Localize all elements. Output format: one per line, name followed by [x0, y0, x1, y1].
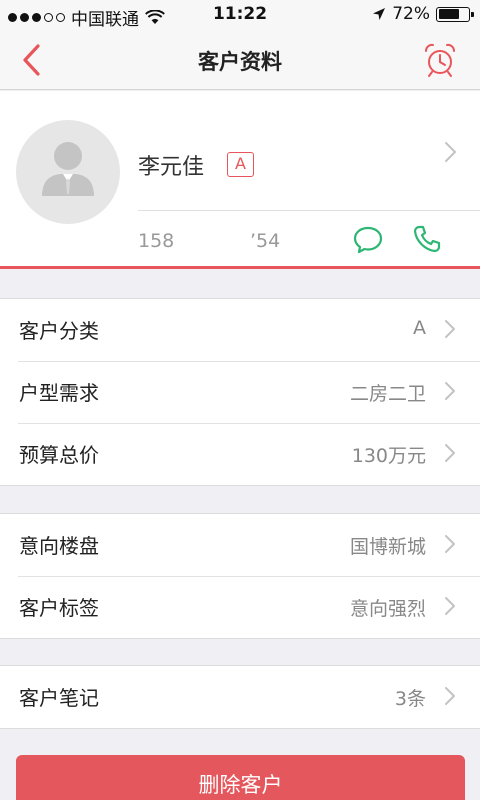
row-value: 130万元: [351, 445, 426, 467]
location-arrow-icon: [373, 8, 386, 20]
chevron-right-icon: [445, 444, 455, 462]
alarm-clock-icon[interactable]: [422, 42, 458, 78]
battery-percent: 72%: [392, 4, 430, 24]
details-group-1: 客户分类 A 户型需求 二房二卫 预算总价 130万元: [0, 298, 480, 486]
row-value: 3条: [394, 688, 426, 710]
chevron-right-icon: [445, 597, 455, 615]
customer-profile-card: 李元佳 A 158 ’54: [0, 91, 480, 269]
row-target-property[interactable]: 意向楼盘 国博新城: [0, 514, 480, 576]
row-value: 二房二卫: [349, 383, 426, 405]
chevron-right-icon: [445, 535, 455, 553]
row-budget-total[interactable]: 预算总价 130万元: [0, 423, 480, 485]
row-layout-requirement[interactable]: 户型需求 二房二卫: [0, 361, 480, 423]
row-value: A: [413, 317, 426, 339]
row-customer-notes[interactable]: 客户笔记 3条: [0, 666, 480, 728]
row-label: 意向楼盘: [19, 534, 99, 558]
delete-customer-button[interactable]: 删除客户: [16, 755, 465, 800]
profile-divider: [138, 210, 480, 211]
chevron-right-icon: [445, 320, 455, 338]
message-bubble-icon[interactable]: [352, 225, 384, 255]
phone-call-icon[interactable]: [412, 224, 442, 254]
navigation-bar: 客户资料: [0, 30, 480, 90]
row-value: 意向强烈: [349, 598, 426, 620]
row-label: 客户笔记: [19, 686, 99, 710]
user-silhouette-icon: [42, 142, 94, 196]
row-customer-tag[interactable]: 客户标签 意向强烈: [0, 576, 480, 638]
chevron-right-icon[interactable]: [444, 141, 458, 163]
chevron-right-icon: [445, 687, 455, 705]
phone-number-prefix: 158: [138, 230, 175, 252]
battery-level-fill: [438, 9, 460, 19]
row-label: 户型需求: [19, 381, 99, 405]
status-bar: 中国联通 11:22 72%: [0, 0, 480, 30]
row-value: 国博新城: [349, 536, 426, 558]
chevron-right-icon: [445, 382, 455, 400]
row-label: 客户分类: [19, 319, 99, 343]
phone-number-suffix: ’54: [250, 230, 281, 252]
details-group-2: 意向楼盘 国博新城 客户标签 意向强烈: [0, 513, 480, 639]
page-title: 客户资料: [198, 50, 282, 74]
row-customer-category[interactable]: 客户分类 A: [0, 299, 480, 361]
row-label: 预算总价: [19, 443, 99, 467]
customer-name: 李元佳: [138, 155, 205, 180]
row-label: 客户标签: [19, 596, 99, 620]
avatar: [16, 120, 120, 224]
battery-icon: [436, 6, 474, 22]
status-right: 72%: [372, 4, 474, 24]
grade-badge: A: [227, 152, 254, 177]
details-group-3: 客户笔记 3条: [0, 665, 480, 729]
